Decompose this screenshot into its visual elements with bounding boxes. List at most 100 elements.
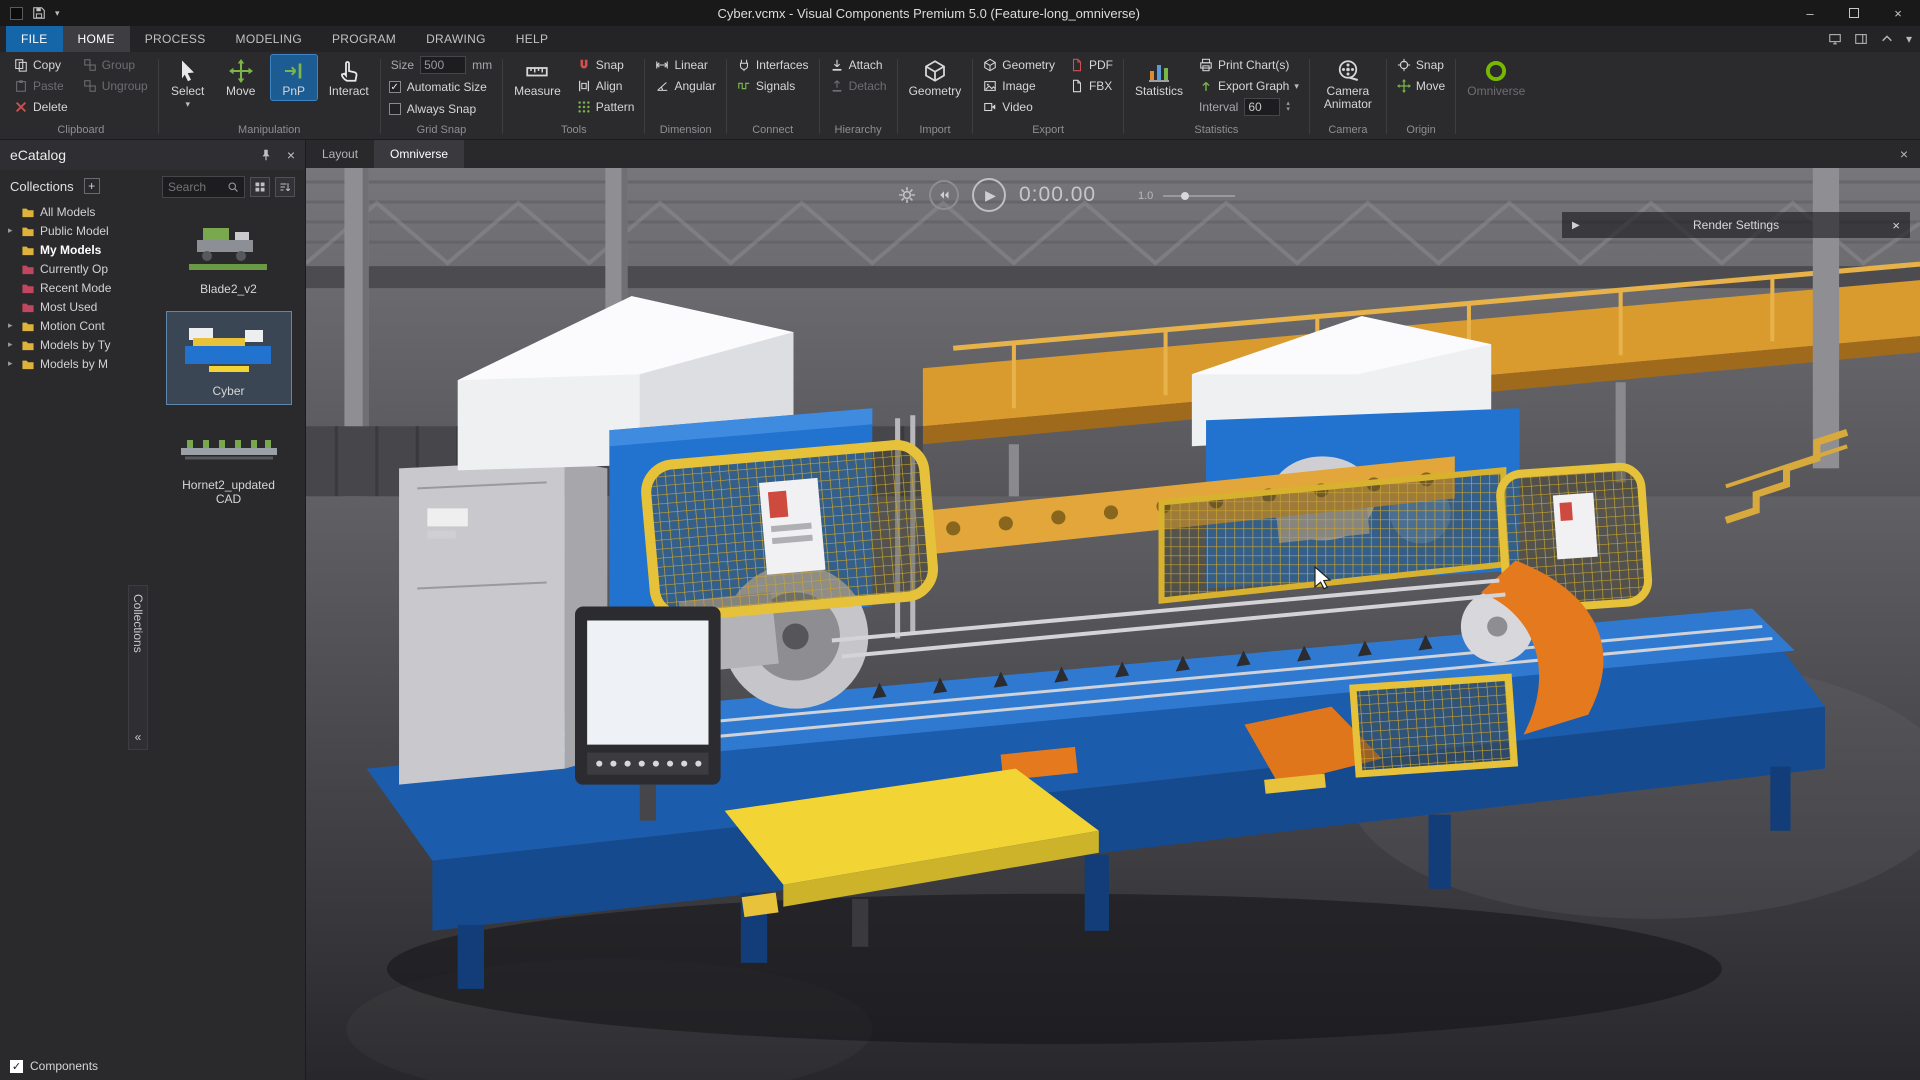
measure-button[interactable]: Measure [509,55,566,100]
search-input[interactable] [168,180,227,194]
save-icon[interactable] [32,6,46,20]
play-simulation-button[interactable]: ▶ [972,178,1006,212]
group-button[interactable]: Group [79,55,152,75]
group-label-tools: Tools [509,121,638,139]
tab-drawing[interactable]: DRAWING [411,26,501,52]
interval-spinner[interactable]: ▴▾ [1286,101,1290,113]
model-tile-blade2[interactable]: Blade2_v2 [167,214,291,296]
more-options-caret-icon[interactable]: ▾ [1906,32,1912,46]
ribbon-group-grid-snap: Size mm ✓ Automatic Size Always Snap Gri… [381,54,502,139]
close-panel-icon[interactable]: × [287,147,295,163]
omniverse-button[interactable]: Omniverse [1462,55,1530,100]
sort-button[interactable] [275,177,295,197]
delete-button[interactable]: Delete [10,97,72,117]
tab-file[interactable]: FILE [6,26,63,52]
tree-item-most-used[interactable]: ▸Most Used [8,297,138,316]
origin-snap-button[interactable]: Snap [1393,55,1449,75]
workspace-layout-icon[interactable] [1828,32,1842,46]
minimize-button[interactable]: – [1788,0,1832,26]
grid-size-input[interactable] [420,56,466,74]
simulation-settings-gear-icon[interactable] [898,186,916,204]
tree-item-currently-open[interactable]: ▸Currently Op [8,259,138,278]
statistics-button[interactable]: Statistics [1130,55,1188,100]
camera-animator-button[interactable]: Camera Animator [1316,55,1380,113]
model-tile-hornet2[interactable]: Hornet2_updated CAD [167,420,291,506]
paste-button[interactable]: Paste [10,76,72,96]
pnp-button[interactable]: PnP [271,55,317,100]
ribbon-group-camera: Camera Animator Camera [1310,54,1386,139]
viewport-close-icon[interactable]: × [1900,140,1908,168]
tree-item-motion-controllers[interactable]: ▸Motion Cont [8,316,138,335]
print-charts-button[interactable]: Print Chart(s) [1195,55,1303,75]
angular-button[interactable]: Angular [651,76,719,96]
automatic-size-checkbox[interactable]: ✓ Automatic Size [387,77,496,97]
components-checkbox[interactable]: ✓ [10,1060,23,1073]
viewport-tab-layout[interactable]: Layout [306,140,374,168]
tree-item-all-models[interactable]: ▸All Models [8,202,138,221]
viewport-tab-bar: Layout Omniverse × [306,140,1920,168]
detach-button[interactable]: Detach [826,76,891,96]
collapse-panel-icon[interactable]: « [135,727,142,749]
tree-item-models-by-type[interactable]: ▸Models by Ty [8,335,138,354]
viewport-3d-scene[interactable]: ▶ 0:00.00 1.0 ▶ Render Settings × [306,168,1920,1080]
show-panels-icon[interactable] [1854,32,1868,46]
maximize-button[interactable] [1832,0,1876,26]
collapse-ribbon-chevron-icon[interactable] [1880,32,1894,46]
tree-item-recent-models[interactable]: ▸Recent Mode [8,278,138,297]
tree-item-models-by-manufacturer[interactable]: ▸Models by M [8,354,138,373]
components-checkbox-label: Components [30,1059,98,1073]
tree-item-public-model[interactable]: ▸Public Model [8,221,138,240]
pin-panel-icon[interactable] [259,148,273,162]
ungroup-button[interactable]: Ungroup [79,76,152,96]
expand-icon: ▸ [8,339,16,350]
play-icon: ▶ [985,187,996,204]
export-fbx-button[interactable]: FBX [1066,76,1117,96]
export-graph-button[interactable]: Export Graph▾ [1195,76,1303,96]
collections-side-tab[interactable]: Collections « [128,585,148,750]
add-collection-button[interactable]: + [84,178,100,194]
tab-process[interactable]: PROCESS [130,26,221,52]
signals-button[interactable]: Signals [733,76,813,96]
slider-knob[interactable] [1181,192,1189,200]
interval-input[interactable] [1244,98,1280,116]
pattern-button[interactable]: Pattern [573,97,639,117]
grid-size-label: Size [391,58,414,72]
import-geometry-button[interactable]: Geometry [904,55,967,100]
group-label-manipulation: Manipulation [165,121,374,139]
tab-help[interactable]: HELP [501,26,564,52]
align-button[interactable]: Align [573,76,639,96]
export-geometry-button[interactable]: Geometry [979,55,1059,75]
origin-move-button[interactable]: Move [1393,76,1449,96]
model-tile-cyber[interactable]: Cyber [167,312,291,404]
app-icon[interactable] [10,7,23,20]
export-image-button[interactable]: Image [979,76,1059,96]
linear-button[interactable]: Linear [651,55,719,75]
expand-icon: ▸ [8,320,16,331]
tab-program[interactable]: PROGRAM [317,26,411,52]
always-snap-checkbox[interactable]: Always Snap [387,99,496,119]
viewport-tab-omniverse[interactable]: Omniverse [374,140,464,168]
grid-view-button[interactable] [250,177,270,197]
snap-button[interactable]: Snap [573,55,639,75]
tree-item-my-models[interactable]: ▸My Models [8,240,138,259]
ribbon-group-statistics: Statistics Print Chart(s) Export Graph▾ … [1124,54,1309,139]
move-button[interactable]: Move [218,55,264,100]
copy-button[interactable]: Copy [10,55,72,75]
attach-button[interactable]: Attach [826,55,891,75]
select-button[interactable]: Select ▾ [165,55,211,110]
export-pdf-button[interactable]: PDF [1066,55,1117,75]
export-video-button[interactable]: Video [979,97,1059,117]
quick-access-caret-icon[interactable]: ▾ [55,9,60,17]
interact-button[interactable]: Interact [324,55,374,100]
expand-render-settings-icon[interactable]: ▶ [1572,220,1580,231]
tab-home[interactable]: HOME [63,26,130,52]
components-filter: ✓ Components [0,1052,305,1080]
close-button[interactable]: × [1876,0,1920,26]
search-icon[interactable] [227,181,239,193]
tab-modeling[interactable]: MODELING [221,26,317,52]
close-render-settings-icon[interactable]: × [1892,218,1900,233]
interfaces-button[interactable]: Interfaces [733,55,813,75]
reset-simulation-button[interactable] [929,180,959,210]
simulation-speed-slider[interactable] [1163,195,1235,197]
mouse-cursor [1314,566,1332,590]
